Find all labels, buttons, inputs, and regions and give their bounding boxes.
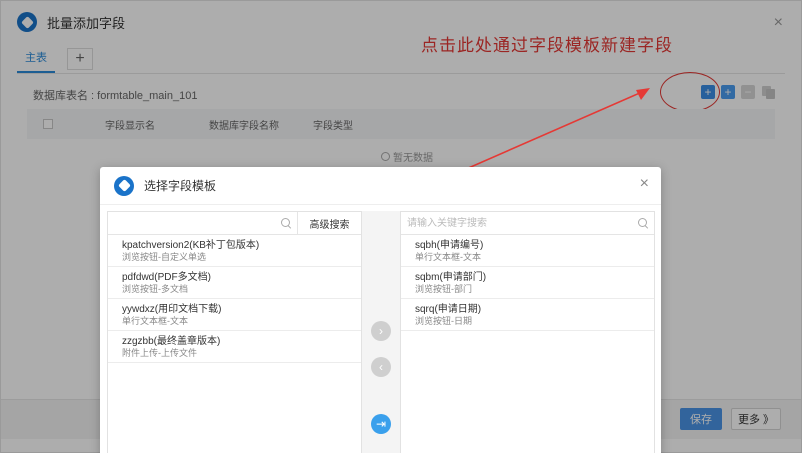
item-desc: 浏览按钮-日期 [415, 316, 472, 326]
list-item[interactable]: sqrq(申请日期) 浏览按钮-日期 [401, 299, 654, 331]
modal-close-icon[interactable]: × [640, 176, 649, 192]
list-item[interactable]: sqbm(申请部门) 浏览按钮-部门 [401, 267, 654, 299]
list-item[interactable]: yywdxz(用印文档下载) 单行文本框-文本 [108, 299, 361, 331]
transfer-controls: › ‹ ⇥ [362, 211, 400, 453]
search-icon[interactable] [281, 218, 291, 228]
item-name: sqbm(申请部门) [415, 272, 487, 283]
select-field-template-modal: 选择字段模板 × 高级搜索 kpatchversion2(KB补丁包版本) 浏览… [100, 167, 661, 453]
move-right-button[interactable]: › [371, 321, 391, 341]
list-item[interactable]: zzgzbb(最终盖章版本) 附件上传-上传文件 [108, 331, 361, 363]
available-templates-panel: 高级搜索 kpatchversion2(KB补丁包版本) 浏览按钮-自定义单选 … [107, 211, 362, 453]
search-icon[interactable] [638, 218, 648, 228]
item-name: sqrq(申请日期) [415, 304, 482, 315]
item-desc: 附件上传-上传文件 [122, 348, 197, 358]
move-left-button[interactable]: ‹ [371, 357, 391, 377]
item-name: pdfdwd(PDF多文档) [122, 272, 211, 283]
item-name: yywdxz(用印文档下载) [122, 304, 222, 315]
item-name: kpatchversion2(KB补丁包版本) [122, 240, 260, 251]
item-desc: 浏览按钮-部门 [415, 284, 472, 294]
advanced-search-button[interactable]: 高级搜索 [297, 212, 361, 234]
modal-header: 选择字段模板 [100, 167, 661, 205]
item-desc: 浏览按钮-多文档 [122, 284, 188, 294]
modal-logo-icon [114, 175, 134, 196]
selected-templates-panel: sqbh(申请编号) 单行文本框-文本 sqbm(申请部门) 浏览按钮-部门 s… [400, 211, 655, 453]
item-name: zzgzbb(最终盖章版本) [122, 336, 221, 347]
list-item[interactable]: pdfdwd(PDF多文档) 浏览按钮-多文档 [108, 267, 361, 299]
right-search-row [401, 212, 654, 235]
list-item[interactable]: kpatchversion2(KB补丁包版本) 浏览按钮-自定义单选 [108, 235, 361, 267]
item-desc: 浏览按钮-自定义单选 [122, 252, 206, 262]
left-search-input[interactable] [108, 212, 281, 234]
left-search-row: 高级搜索 [108, 212, 361, 235]
move-all-button[interactable]: ⇥ [371, 414, 391, 434]
item-desc: 单行文本框-文本 [415, 252, 481, 262]
right-search-input[interactable] [401, 212, 638, 234]
list-item[interactable]: sqbh(申请编号) 单行文本框-文本 [401, 235, 654, 267]
item-desc: 单行文本框-文本 [122, 316, 188, 326]
modal-title: 选择字段模板 [144, 179, 217, 193]
item-name: sqbh(申请编号) [415, 240, 484, 251]
